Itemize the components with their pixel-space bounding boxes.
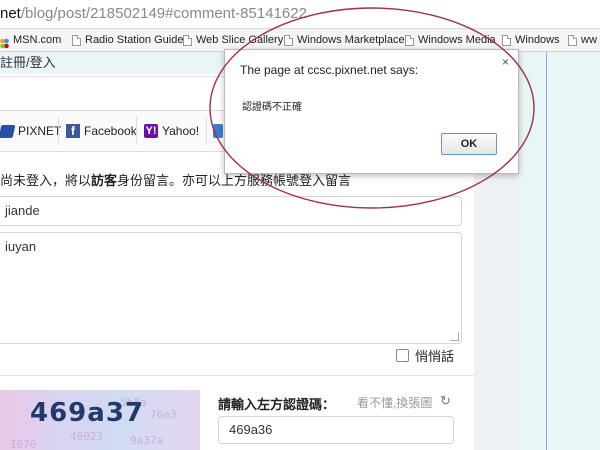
alert-dialog: The page at ccsc.pixnet.net says: × 認證碼不… xyxy=(224,49,519,174)
captcha-input-value: 469a36 xyxy=(229,422,273,437)
yahoo-label: Yahoo! xyxy=(162,124,200,138)
yahoo-icon: Y! xyxy=(144,124,158,138)
page-icon xyxy=(72,34,81,46)
address-bar[interactable]: net/blog/post/218502149#comment-85141622 xyxy=(0,0,600,29)
name-value: jiande xyxy=(5,203,40,218)
divider xyxy=(530,52,531,450)
more-service-icon xyxy=(213,124,223,138)
facebook-login-button[interactable]: f Facebook xyxy=(66,119,137,143)
url-path: /blog/post/218502149#comment-85141622 xyxy=(20,5,307,22)
pixnet-icon xyxy=(0,124,16,138)
top-bar-text: 註冊/登入 xyxy=(0,55,56,70)
url-host: net xyxy=(0,5,21,22)
yahoo-login-button[interactable]: Y! Yahoo! xyxy=(144,119,199,143)
bookmark-label: Windows Marketplace xyxy=(297,34,405,46)
notice-text: 尚未登入，將以 xyxy=(0,173,92,188)
notice-guest: 訪客 xyxy=(91,173,118,188)
secret-comment-toggle[interactable]: 悄悄話 xyxy=(396,346,454,365)
divider xyxy=(0,375,474,376)
secret-label: 悄悄話 xyxy=(415,349,455,364)
bookmark-label: Windows Media xyxy=(418,34,496,46)
pixnet-login-button[interactable]: PIXNET xyxy=(0,119,61,143)
bookmark-windows-marketplace[interactable]: Windows Marketplace xyxy=(284,29,405,51)
bookmark-msn[interactable]: MSN.com xyxy=(0,29,61,51)
captcha-noise: 76a3 xyxy=(150,408,177,421)
message-value: iuyan xyxy=(5,239,37,254)
page-icon xyxy=(502,34,511,46)
page-icon xyxy=(284,34,293,46)
msn-icon xyxy=(0,35,9,48)
bookmark-web-slice-gallery[interactable]: Web Slice Gallery xyxy=(183,29,283,51)
captcha-input[interactable]: 469a36 xyxy=(218,416,454,444)
captcha-code: 469a37 xyxy=(30,398,144,428)
page-icon xyxy=(405,34,414,46)
name-input[interactable]: jiande xyxy=(0,196,462,226)
resize-handle-icon[interactable] xyxy=(450,332,459,341)
more-login-button[interactable] xyxy=(213,119,223,143)
captcha-noise: 1676 xyxy=(10,438,37,450)
captcha-noise: 46923 xyxy=(70,430,104,443)
facebook-label: Facebook xyxy=(84,124,137,138)
dialog-title: The page at ccsc.pixnet.net says: xyxy=(240,63,419,77)
captcha-image: 5b8a 76a3 46923 9a37a 1676 469a37 xyxy=(0,390,200,450)
bookmark-www[interactable]: ww xyxy=(568,29,597,51)
captcha-noise: 9a37a xyxy=(130,434,164,447)
bookmark-label: MSN.com xyxy=(13,34,62,46)
ok-button[interactable]: OK xyxy=(441,133,497,155)
page-icon xyxy=(568,34,577,46)
refresh-icon[interactable]: ↻ xyxy=(440,394,454,408)
captcha-label: 請輸入左方認證碼： xyxy=(218,397,336,412)
close-icon[interactable]: × xyxy=(502,55,509,69)
facebook-icon: f xyxy=(66,124,80,138)
bookmark-label: Radio Station Guide xyxy=(85,34,184,46)
bookmark-label: Windows xyxy=(515,34,560,46)
captcha-refresh-link[interactable]: 看不懂,換張圖 xyxy=(357,394,432,411)
secret-checkbox[interactable] xyxy=(396,349,409,362)
bookmark-radio-station-guide[interactable]: Radio Station Guide xyxy=(72,29,183,51)
bookmark-windows[interactable]: Windows xyxy=(502,29,560,51)
divider xyxy=(546,52,547,450)
pixnet-label: PIXNET xyxy=(18,124,62,138)
page-icon xyxy=(183,34,192,46)
divider xyxy=(206,117,207,145)
bookmark-label: Web Slice Gallery xyxy=(196,34,284,46)
bookmark-label: ww xyxy=(581,34,597,46)
divider xyxy=(58,117,59,145)
divider xyxy=(136,117,137,145)
message-textarea[interactable]: iuyan xyxy=(0,232,462,344)
bookmark-windows-media[interactable]: Windows Media xyxy=(405,29,496,51)
dialog-message: 認證碼不正確 xyxy=(242,102,302,113)
notice-text-end: 身份留言。亦可以上方服務帳號登入留言 xyxy=(117,173,352,188)
